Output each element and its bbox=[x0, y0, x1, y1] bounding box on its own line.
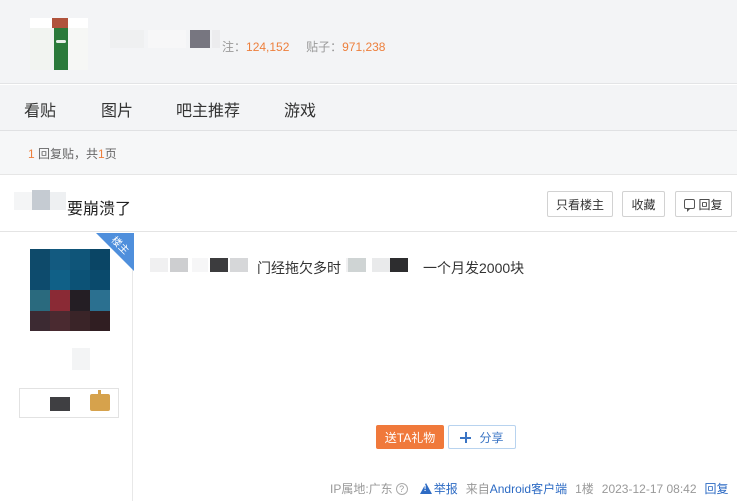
member-badge-icon bbox=[90, 394, 110, 411]
tab-posts[interactable]: 看贴 bbox=[24, 97, 56, 121]
reply-link[interactable]: 回复 bbox=[705, 480, 729, 497]
op-badge: 楼主 bbox=[96, 233, 134, 271]
follow-count: 124,152 bbox=[246, 40, 290, 54]
post-datetime: 2023-12-17 08:42 bbox=[601, 481, 697, 496]
reply-count: 1 回复贴，共1页 bbox=[28, 147, 117, 161]
tab-recommended[interactable]: 吧主推荐 bbox=[176, 97, 240, 121]
send-gift-button[interactable]: 送TA礼物 bbox=[376, 425, 444, 449]
author-column bbox=[0, 233, 133, 501]
ip-location: IP属地:广东 bbox=[330, 482, 393, 496]
forum-header: 注：124,152 贴子：971,238 bbox=[0, 0, 737, 84]
level-badge-icon bbox=[50, 397, 70, 411]
tab-games[interactable]: 游戏 bbox=[284, 97, 316, 121]
reply-count-bar: 1 回复贴，共1页 bbox=[0, 131, 737, 175]
user-badges[interactable] bbox=[19, 388, 119, 418]
forum-stats: 注：124,152 贴子：971,238 bbox=[222, 40, 386, 54]
share-button[interactable]: 分享 bbox=[448, 425, 516, 449]
warning-icon bbox=[419, 483, 432, 494]
post-meta: IP属地:广东 ? 举报 来自Android客户端 1楼 2023-12-17 … bbox=[330, 480, 729, 497]
source-link[interactable]: Android客户端 bbox=[490, 480, 567, 497]
tab-images[interactable]: 图片 bbox=[101, 97, 133, 121]
report-link[interactable]: 举报 bbox=[434, 480, 458, 497]
floor-number: 1楼 bbox=[575, 482, 594, 496]
post-count: 971,238 bbox=[342, 40, 386, 54]
favorite-button[interactable]: 收藏 bbox=[622, 191, 665, 217]
help-icon[interactable]: ? bbox=[395, 482, 408, 495]
comment-icon bbox=[684, 199, 696, 212]
forum-avatar[interactable] bbox=[30, 18, 88, 70]
plus-icon bbox=[460, 431, 472, 443]
forum-nav: 看贴 图片 吧主推荐 游戏 bbox=[0, 85, 737, 131]
forum-name-blurred bbox=[110, 30, 144, 48]
reply-button[interactable]: 回复 bbox=[675, 191, 732, 217]
thread-title-bar: 要崩溃了 只看楼主 收藏 回复 bbox=[0, 176, 737, 232]
only-op-button[interactable]: 只看楼主 bbox=[547, 191, 613, 217]
thread-title: 要崩溃了 bbox=[67, 201, 132, 218]
